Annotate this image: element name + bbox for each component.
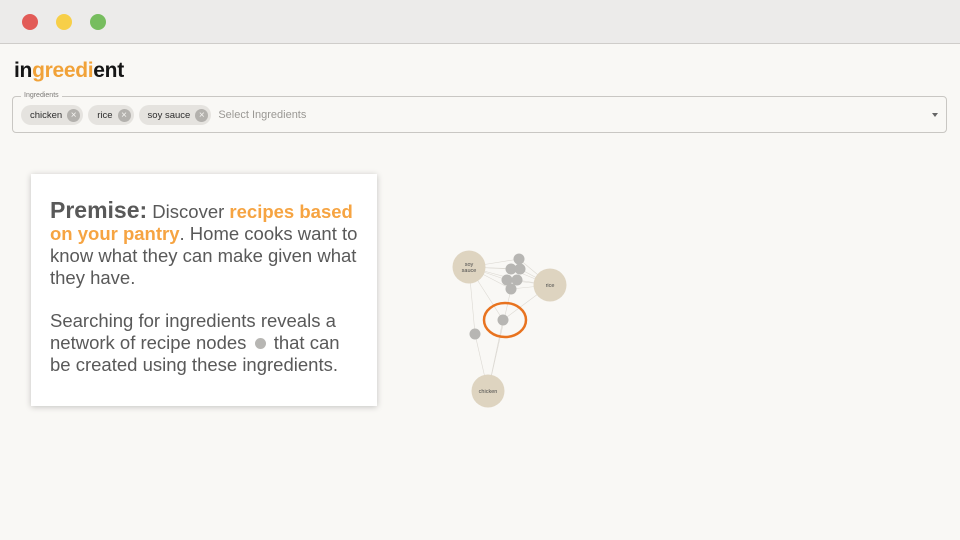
ingredient-node-label: rice: [546, 283, 555, 289]
recipe-node[interactable]: [511, 274, 523, 286]
recipe-node[interactable]: [505, 283, 517, 295]
ingredient-node-chicken[interactable]: chicken: [471, 374, 505, 408]
recipe-network-graph: soy sauce rice chicken: [452, 250, 567, 408]
recipe-node[interactable]: [514, 263, 526, 275]
ingredient-node-label: chicken: [479, 389, 498, 395]
recipe-node-highlighted[interactable]: [497, 314, 509, 326]
recipe-node[interactable]: [469, 328, 481, 340]
recipe-node[interactable]: [513, 253, 525, 265]
ingredient-node-soy-sauce[interactable]: soy sauce: [452, 250, 486, 284]
ingredient-node-rice[interactable]: rice: [533, 268, 567, 302]
